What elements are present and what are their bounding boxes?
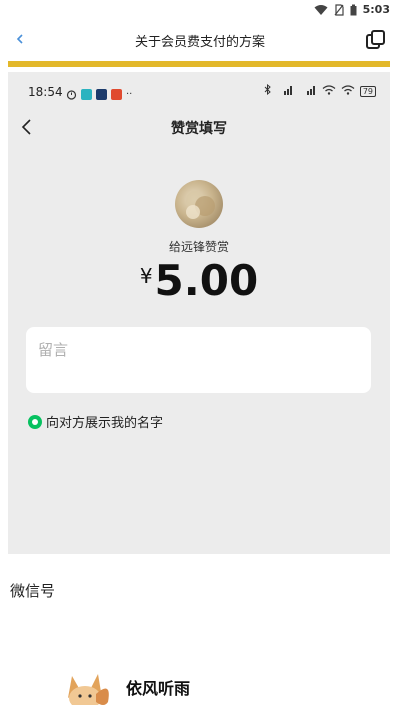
section-label: 微信号 (10, 582, 56, 600)
back-button[interactable] (14, 28, 34, 52)
app-icon-navy (96, 89, 107, 100)
signal-icon-2 (299, 85, 317, 98)
message-input[interactable]: 留言 (26, 327, 371, 393)
embedded-screenshot: 18:54 ·· 79 赞赏填写 给远锋赞赏 ¥5.00 留言 向对方展示我的名… (8, 72, 390, 554)
checked-radio-icon[interactable] (28, 414, 42, 429)
app-icon-teal (81, 89, 92, 100)
embedded-battery: 79 (359, 85, 376, 97)
status-icons: 5:03 (314, 3, 390, 16)
embedded-page-title: 赞赏填写 (171, 121, 227, 137)
recipient-line: 给远锋赞赏 (168, 240, 229, 254)
embedded-status-bar: 18:54 ·· 79 (8, 72, 390, 108)
copy-button[interactable] (364, 28, 388, 52)
profile-name: 依风听雨 (126, 679, 191, 698)
status-bar: 5:03 (0, 0, 400, 22)
embedded-time: 18:54 (28, 85, 63, 99)
show-name-label: 向对方展示我的名字 (46, 416, 164, 431)
bluetooth-icon (264, 83, 271, 98)
amount-value: 5.00 (154, 256, 259, 305)
more-dots-icon: ·· (126, 89, 133, 100)
embedded-nav-bar: 赞赏填写 (8, 110, 390, 146)
embedded-notification-icons: ·· (66, 85, 132, 104)
battery-icon (350, 4, 357, 16)
embedded-system-icons: 79 (264, 83, 376, 98)
chevron-left-icon (16, 34, 23, 44)
accent-bar (8, 61, 390, 67)
profile-avatar (58, 668, 114, 705)
wifi-icon (322, 84, 336, 98)
reward-amount: ¥5.00 (8, 256, 390, 305)
recipient-avatar (175, 180, 223, 228)
no-sim-icon (334, 3, 344, 16)
wifi-icon (314, 4, 328, 16)
show-name-option[interactable]: 向对方展示我的名字 (28, 412, 163, 431)
message-placeholder: 留言 (38, 341, 69, 359)
alarm-icon (66, 85, 77, 104)
status-time: 5:03 (362, 3, 390, 16)
signal-icon (276, 85, 294, 98)
copy-icon (366, 30, 385, 49)
app-icon-red (111, 89, 122, 100)
app-header: 关于会员费支付的方案 (0, 22, 400, 60)
wifi-icon-2 (341, 84, 355, 98)
currency-symbol: ¥ (139, 264, 153, 288)
page-title: 关于会员费支付的方案 (134, 35, 265, 50)
